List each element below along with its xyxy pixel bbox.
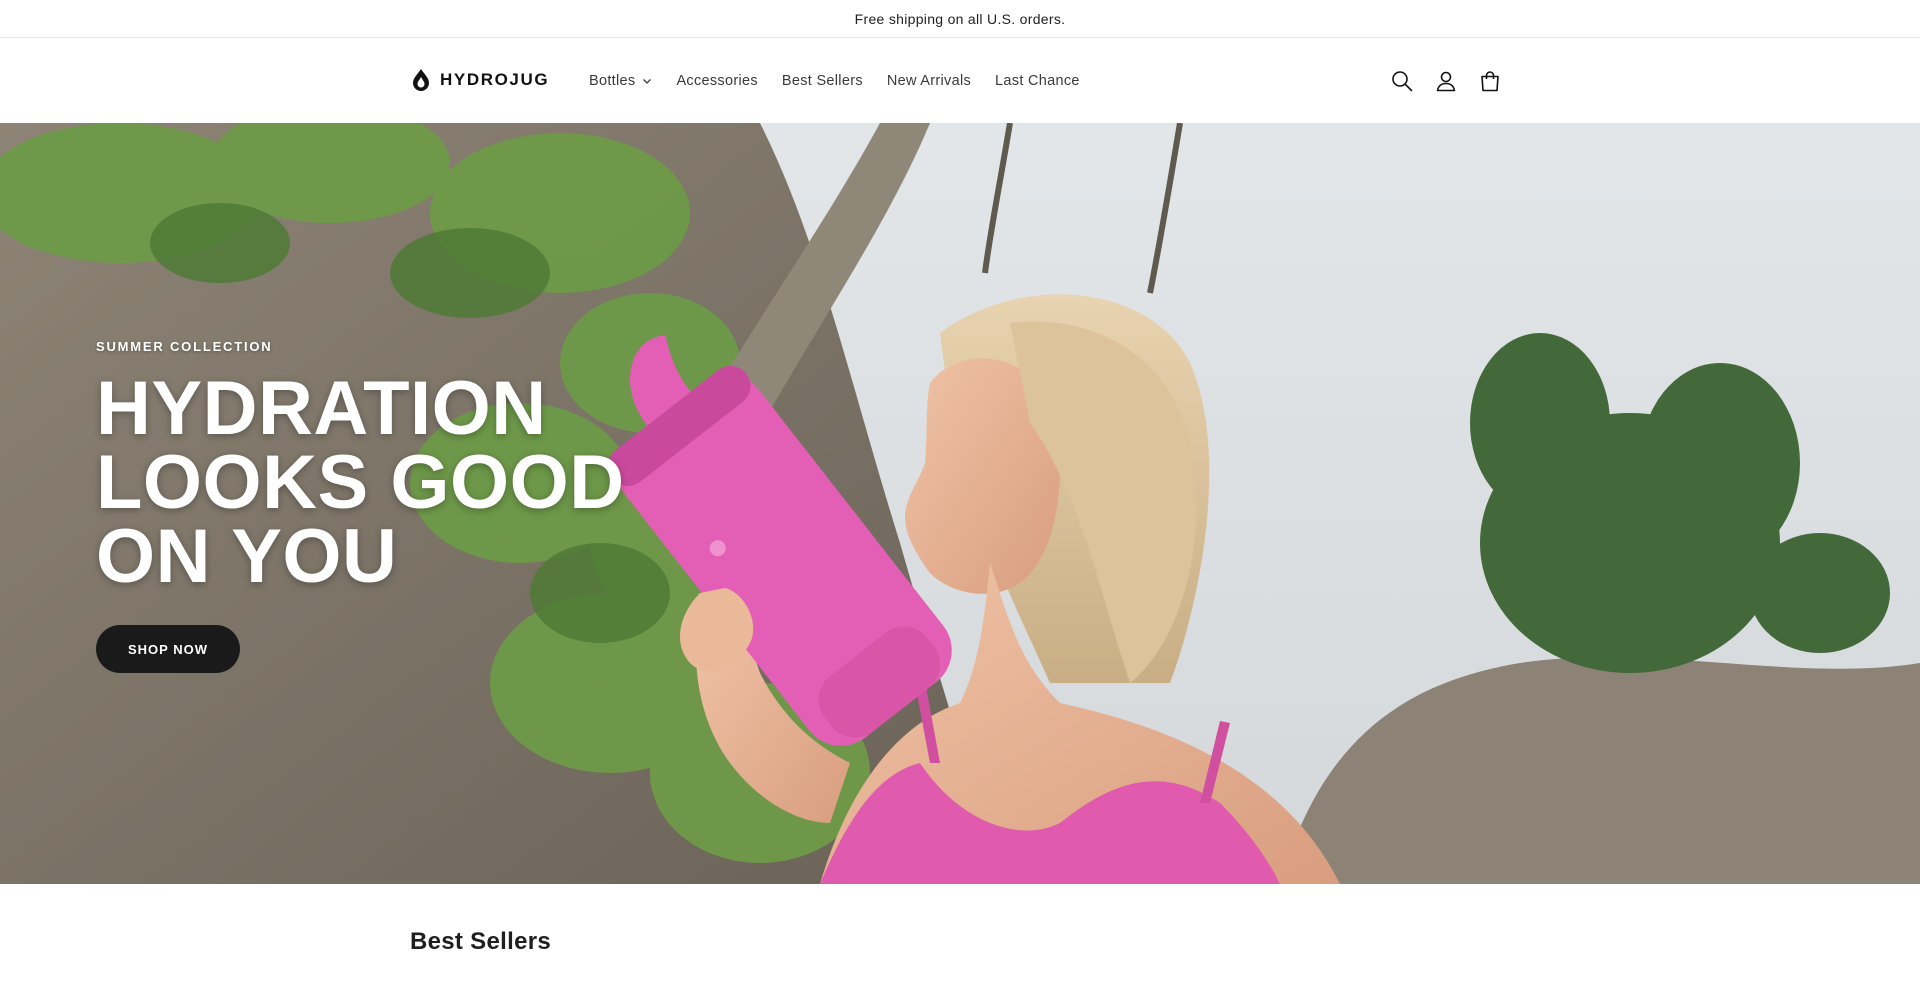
best-sellers-heading: Best Sellers (410, 928, 552, 955)
shop-now-button[interactable]: SHOP NOW (96, 625, 240, 673)
main-nav: Bottles Accessories Best Sellers New Arr… (589, 39, 1104, 123)
nav-item-last-chance[interactable]: Last Chance (995, 73, 1080, 89)
hero-title: HYDRATION LOOKS GOOD ON YOU (96, 366, 656, 599)
hero-title-line: LOOKS GOOD (96, 440, 625, 525)
account-icon (1436, 71, 1456, 92)
search-icon (1392, 71, 1413, 92)
nav-item-label: Accessories (676, 73, 758, 89)
announcement-bar: Free shipping on all U.S. orders. (0, 0, 1920, 38)
hero-banner: SUMMER COLLECTION HYDRATION LOOKS GOOD O… (0, 123, 1920, 884)
cart-button[interactable] (1478, 66, 1502, 96)
nav-item-label: New Arrivals (886, 73, 972, 89)
logo-drop-icon (413, 69, 429, 91)
hero-title-line: ON YOU (96, 514, 398, 599)
logo[interactable]: HYDROJUG (410, 68, 549, 92)
account-button[interactable] (1434, 66, 1458, 96)
nav-item-accessories[interactable]: Accessories (676, 73, 757, 89)
nav-item-best-sellers[interactable]: Best Sellers (782, 73, 863, 89)
hero-title-line: HYDRATION (96, 366, 547, 451)
nav-item-label: Bottles (589, 73, 636, 89)
announcement-text: Free shipping on all U.S. orders. (854, 10, 1066, 27)
nav-item-label: Best Sellers (781, 73, 863, 89)
logo-text: HYDROJUG (440, 70, 550, 89)
nav-item-new-arrivals[interactable]: New Arrivals (887, 73, 971, 89)
hero-content: SUMMER COLLECTION HYDRATION LOOKS GOOD O… (96, 339, 656, 673)
search-button[interactable] (1390, 66, 1414, 96)
hero-eyebrow: SUMMER COLLECTION (96, 339, 273, 354)
cart-icon (1481, 71, 1499, 92)
nav-item-label: Last Chance (995, 73, 1080, 89)
header-icons (1390, 66, 1502, 96)
chevron-down-icon (643, 79, 652, 84)
site-header: HYDROJUG Bottles Accessories Best Seller… (0, 39, 1920, 123)
nav-item-bottles[interactable]: Bottles (589, 73, 652, 89)
